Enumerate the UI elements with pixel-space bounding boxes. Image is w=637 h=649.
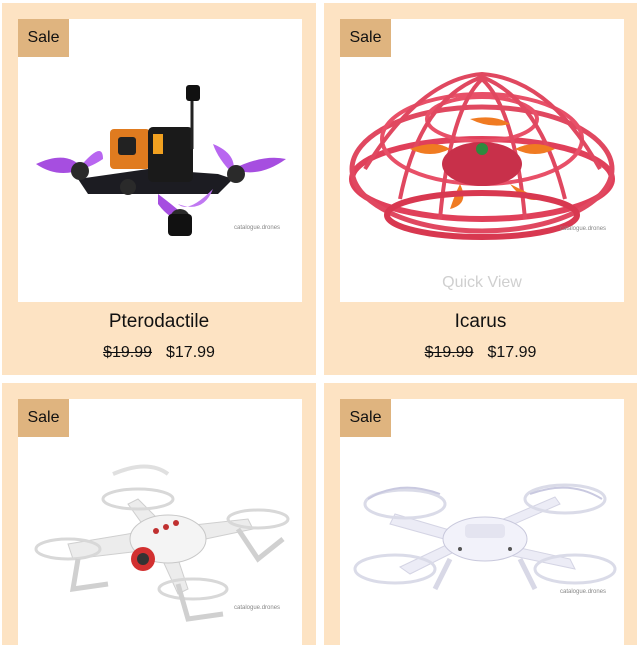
product-card-pterodactile[interactable]: catalogue.drones Sale Pterodactile $19.9… [2, 3, 316, 375]
ufo-drone-image [349, 71, 615, 240]
watermark-text: catalogue.drones [234, 225, 281, 231]
sale-price: $17.99 [166, 344, 215, 361]
sale-badge: Sale [340, 19, 391, 57]
sale-badge: Sale [18, 399, 69, 437]
product-image-container[interactable]: catalogue.drones [18, 19, 302, 302]
sale-badge: Sale [340, 399, 391, 437]
quick-view-link[interactable]: Quick View [340, 274, 624, 292]
sale-badge: Sale [18, 19, 69, 57]
product-title[interactable]: Pterodactile [2, 311, 316, 333]
product-image-container[interactable]: catalogue.drones Quick View [340, 19, 624, 302]
product-title[interactable]: Icarus [324, 311, 637, 333]
watermark-text: catalogue.drones [234, 605, 281, 611]
sale-price: $17.99 [487, 344, 537, 361]
product-card-icarus[interactable]: catalogue.drones Quick View Sale Icarus … [324, 3, 637, 375]
original-price: $19.99 [103, 344, 152, 361]
product-card-4[interactable]: catalogue.drones Sale [324, 383, 637, 649]
product-price: $19.99 $17.99 [2, 344, 316, 362]
watermark-text: catalogue.drones [560, 226, 607, 232]
racing-drone-image [36, 85, 286, 236]
original-price: $19.99 [424, 344, 474, 361]
product-price: $19.99 $17.99 [324, 344, 637, 362]
watermark-text: catalogue.drones [560, 589, 607, 595]
product-card-3[interactable]: catalogue.drones Sale [2, 383, 316, 649]
